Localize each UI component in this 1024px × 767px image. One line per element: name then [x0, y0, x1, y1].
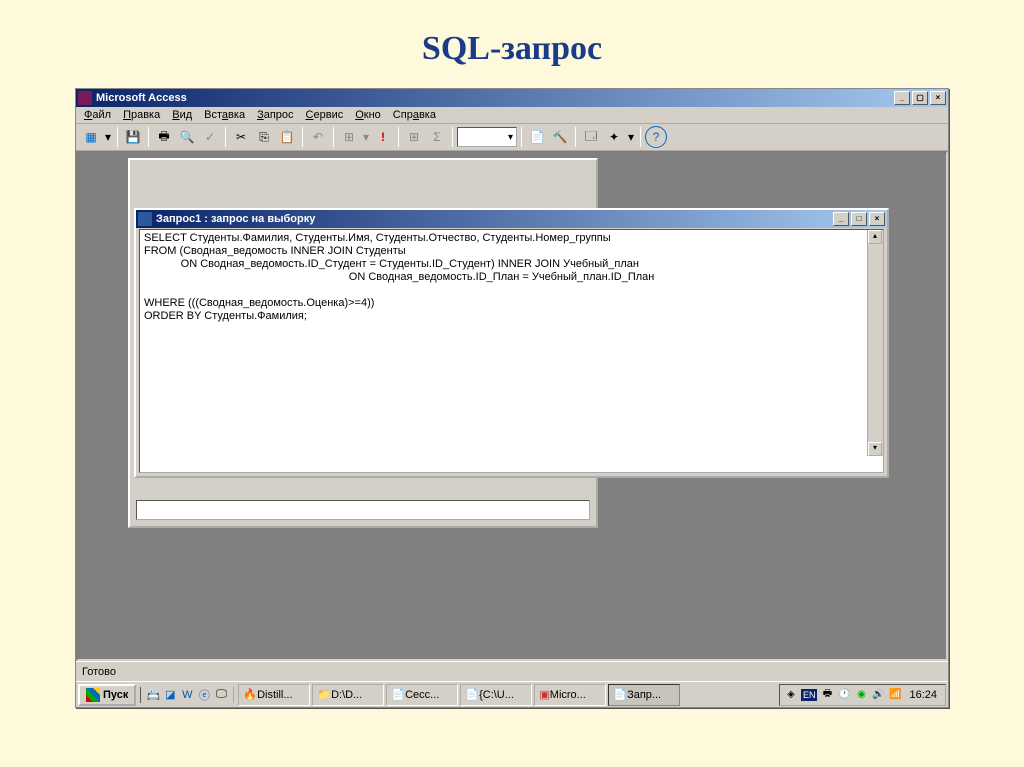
scroll-down-icon[interactable]: ▾	[868, 442, 882, 456]
task-dd[interactable]: 📁D:\D...	[312, 684, 384, 706]
start-label: Пуск	[103, 689, 128, 701]
totals-button[interactable]: Σ	[426, 126, 448, 148]
task-distill[interactable]: 🔥Distill...	[238, 684, 310, 706]
topvalues-combo[interactable]: ▾	[457, 127, 517, 147]
build-button[interactable]: 🔨	[549, 126, 571, 148]
sql-window-title: Запрос1 : запрос на выборку	[156, 213, 833, 225]
status-text: Готово	[82, 666, 116, 678]
ql-icon-ie[interactable]: ⓔ	[196, 687, 212, 703]
menu-edit[interactable]: Правка	[123, 109, 160, 121]
tray-icon-5[interactable]: 🔊	[871, 688, 885, 702]
menu-window[interactable]: Окно	[355, 109, 381, 121]
clock[interactable]: 16:24	[905, 689, 941, 701]
restore-button[interactable]: ▢	[912, 91, 928, 105]
sql-window-title-bar[interactable]: Запрос1 : запрос на выборку _ □ ×	[136, 210, 887, 228]
system-tray: ◈ EN 🖶 🕐 ◉ 🔊 📶 16:24	[779, 684, 946, 706]
properties-button[interactable]: 📄	[526, 126, 548, 148]
sql-editor[interactable]: SELECT Студенты.Фамилия, Студенты.Имя, С…	[139, 229, 884, 473]
dropdown-view[interactable]: ▾	[103, 126, 113, 148]
sql-text[interactable]: SELECT Студенты.Фамилия, Студенты.Имя, С…	[140, 230, 883, 325]
ql-icon-3[interactable]: W	[179, 687, 195, 703]
toolbar: ▦ ▾ 💾 🖶 🔍 ✓ ✂ ⎘ 📋 ↶ ⊞ ▾ ! ⊞ Σ ▾ 📄 🔨 🗔 ✦ …	[76, 124, 948, 151]
save-button[interactable]: 💾	[122, 126, 144, 148]
windows-logo-icon	[86, 688, 100, 702]
newobj-button[interactable]: ✦	[603, 126, 625, 148]
newobj-dd[interactable]: ▾	[626, 126, 636, 148]
sql-maximize-button[interactable]: □	[851, 212, 867, 226]
status-bar: Готово	[76, 661, 948, 681]
help-button[interactable]: ?	[645, 126, 667, 148]
app-title: Microsoft Access	[96, 92, 894, 104]
menu-insert[interactable]: Вставка	[204, 109, 245, 121]
quick-launch: 📇 ◪ W ⓔ 🖵	[140, 687, 234, 703]
tray-icon-4[interactable]: ◉	[854, 688, 868, 702]
tray-icon-3[interactable]: 🕐	[837, 688, 851, 702]
access-window: Microsoft Access _ ▢ × Файл Правка Вид В…	[75, 88, 949, 708]
task-buttons: 🔥Distill... 📁D:\D... 📄Сесс... 📄{C:\U... …	[238, 684, 779, 706]
menu-tools[interactable]: Сервис	[306, 109, 344, 121]
slide-title: SQL-запрос	[0, 0, 1024, 88]
menu-bar: Файл Правка Вид Вставка Запрос Сервис Ок…	[76, 107, 948, 124]
access-app-icon	[78, 91, 92, 105]
tray-icon-6[interactable]: 📶	[888, 688, 902, 702]
showtable-button[interactable]: ⊞	[403, 126, 425, 148]
preview-button[interactable]: 🔍	[176, 126, 198, 148]
ql-icon-desktop[interactable]: 🖵	[213, 687, 229, 703]
minimize-button[interactable]: _	[894, 91, 910, 105]
task-cu[interactable]: 📄{C:\U...	[460, 684, 532, 706]
menu-view[interactable]: Вид	[172, 109, 192, 121]
scroll-up-icon[interactable]: ▴	[868, 230, 882, 244]
print-button[interactable]: 🖶	[153, 126, 175, 148]
language-indicator[interactable]: EN	[801, 689, 818, 701]
app-title-bar[interactable]: Microsoft Access _ ▢ ×	[76, 89, 948, 107]
vertical-scrollbar[interactable]: ▴ ▾	[867, 230, 883, 456]
menu-help[interactable]: Справка	[393, 109, 436, 121]
undo-button[interactable]: ↶	[307, 126, 329, 148]
tray-icon-2[interactable]: 🖶	[820, 688, 834, 702]
dbwindow-button[interactable]: 🗔	[580, 126, 602, 148]
paste-button[interactable]: 📋	[276, 126, 298, 148]
view-button[interactable]: ▦	[80, 126, 102, 148]
querytype-dd[interactable]: ▾	[361, 126, 371, 148]
task-zapr-active[interactable]: 📄Запр...	[608, 684, 680, 706]
run-button[interactable]: !	[372, 126, 394, 148]
start-button[interactable]: Пуск	[78, 684, 136, 706]
mdi-client-area: Запрос1 : запрос на выборку _ □ × SELECT…	[76, 151, 948, 661]
close-button[interactable]: ×	[930, 91, 946, 105]
tray-icon-1[interactable]: ◈	[784, 688, 798, 702]
menu-file[interactable]: Файл	[84, 109, 111, 121]
cut-button[interactable]: ✂	[230, 126, 252, 148]
query-icon	[138, 212, 152, 226]
spelling-button[interactable]: ✓	[199, 126, 221, 148]
ql-icon-1[interactable]: 📇	[145, 687, 161, 703]
task-sess[interactable]: 📄Сесс...	[386, 684, 458, 706]
sql-query-window[interactable]: Запрос1 : запрос на выборку _ □ × SELECT…	[134, 208, 889, 478]
ql-icon-2[interactable]: ◪	[162, 687, 178, 703]
task-micro[interactable]: ▣Micro...	[534, 684, 606, 706]
background-panel	[136, 500, 590, 520]
taskbar: Пуск 📇 ◪ W ⓔ 🖵 🔥Distill... 📁D:\D... 📄Сес…	[76, 681, 948, 707]
sql-minimize-button[interactable]: _	[833, 212, 849, 226]
menu-query[interactable]: Запрос	[257, 109, 293, 121]
copy-button[interactable]: ⎘	[253, 126, 275, 148]
querytype-button[interactable]: ⊞	[338, 126, 360, 148]
sql-close-button[interactable]: ×	[869, 212, 885, 226]
